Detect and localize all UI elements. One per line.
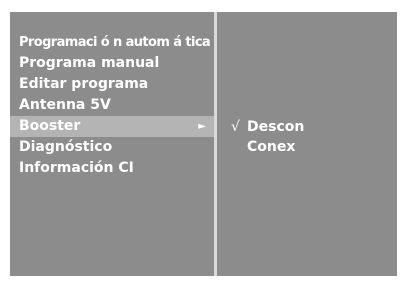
booster-options-list: √ Descon Conex (231, 117, 304, 157)
option-label: Descon (247, 119, 305, 135)
menu-item-label: Programa manual (19, 55, 160, 71)
submenu-panel: √ Descon Conex (217, 12, 397, 276)
menu-item-diagnostics[interactable]: Diagnóstico (10, 137, 214, 158)
menu-item-label: Programaci ó n autom á tica (19, 35, 211, 50)
menu-item-edit-programme[interactable]: Editar programa (10, 74, 214, 95)
menu-item-auto-programming[interactable]: Programaci ó n autom á tica (10, 32, 214, 53)
menu-item-label: Antenna 5V (19, 97, 111, 113)
menu-item-ci-information[interactable]: Información CI (10, 158, 214, 179)
option-conex[interactable]: Conex (231, 137, 304, 157)
menu-item-label: Información CI (19, 160, 134, 176)
menu-item-label: Editar programa (19, 76, 149, 92)
checkmark-icon: √ (231, 119, 240, 135)
osd-menu-window: Programaci ó n autom á tica Programa man… (10, 12, 397, 276)
menu-item-manual-programming[interactable]: Programa manual (10, 53, 214, 74)
triangle-right-icon: ► (198, 121, 206, 132)
main-menu-list: Programaci ó n autom á tica Programa man… (10, 32, 214, 179)
option-descon[interactable]: √ Descon (231, 117, 304, 137)
menu-item-antenna-5v[interactable]: Antenna 5V (10, 95, 214, 116)
menu-item-booster[interactable]: Booster ► (10, 116, 214, 137)
main-menu-panel: Programaci ó n autom á tica Programa man… (10, 12, 214, 276)
option-label: Conex (247, 139, 296, 155)
menu-item-label: Booster (19, 118, 81, 134)
menu-item-label: Diagnóstico (19, 139, 113, 155)
